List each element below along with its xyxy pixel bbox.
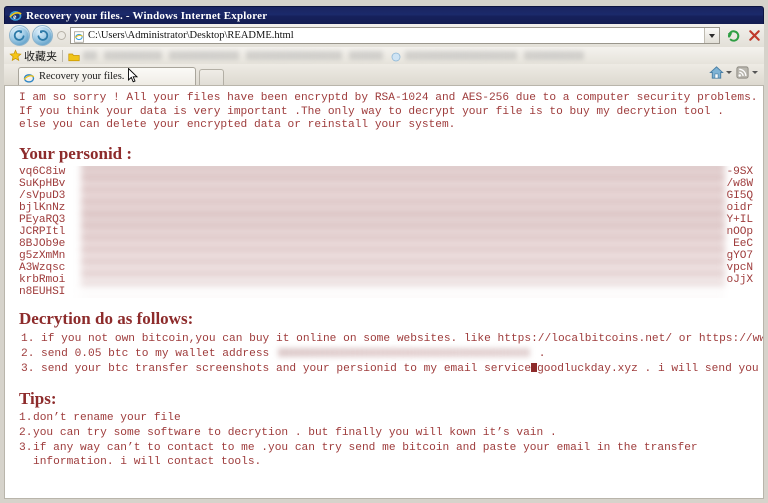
page-icon (73, 30, 85, 43)
tab-bar: Recovery your files. (4, 64, 764, 85)
personid-line: A3Wzqsc vpcN (19, 262, 753, 274)
personid-line: g5zXmMn gYO7 (19, 250, 753, 262)
new-tab-button[interactable] (199, 69, 224, 85)
personid-line: krbRmoi oJjX (19, 274, 753, 286)
personid-suffix: GI5Q (726, 190, 753, 202)
back-button[interactable] (9, 25, 30, 46)
personid-suffix: -9SX (726, 166, 753, 178)
personid-line: 8BJOb9e EeC (19, 238, 753, 250)
tip-item: you can try some software to decrytion .… (19, 426, 557, 440)
rss-feed-icon[interactable] (735, 65, 750, 80)
forward-button[interactable] (32, 25, 53, 46)
personid-prefix: vq6C8iw (19, 166, 66, 178)
page-content-area: I am so sorry ! All your files have been… (4, 85, 764, 499)
personid-line: /sVpuD3 GI5Q (19, 190, 753, 202)
personid-suffix: /w8W (726, 178, 753, 190)
intro-paragraph: I am so sorry ! All your files have been… (19, 92, 758, 133)
personid-redaction-fade (75, 286, 735, 298)
bookmark-item[interactable] (83, 51, 97, 60)
chevron-down-icon (709, 33, 715, 38)
refresh-button[interactable] (724, 26, 743, 45)
personid-suffix: EeC (733, 238, 753, 250)
personid-prefix: PEyaRQ3 (19, 214, 66, 226)
personid-suffix: nOOp (726, 226, 753, 238)
personid-line: JCRPItl nOOp (19, 226, 753, 238)
personid-prefix: JCRPItl (19, 226, 66, 238)
bookmark-item[interactable] (169, 51, 239, 60)
personid-block: vq6C8iw -9SX SuKpHBv /w8W /sVpuD3 GI5Q b… (19, 166, 753, 298)
bookmark-item[interactable] (349, 51, 383, 60)
bookmark-item[interactable] (246, 51, 342, 60)
personid-suffix: gYO7 (726, 250, 753, 262)
internet-explorer-icon: e (9, 9, 22, 22)
address-dropdown-button[interactable] (704, 28, 719, 43)
personid-prefix: /sVpuD3 (19, 190, 66, 202)
tip-item: don’t rename your file (19, 411, 181, 425)
personid-prefix: n8EUHSI (19, 286, 66, 298)
personid-prefix: 8BJOb9e (19, 238, 66, 250)
personid-suffix: oidr (726, 202, 753, 214)
bookmark-item[interactable] (405, 51, 517, 60)
chevron-down-icon[interactable] (752, 71, 758, 74)
tab-title: Recovery your files. (39, 71, 125, 82)
step-item: if you not own bitcoin,you can buy it on… (21, 332, 763, 346)
personid-suffix: oJjX (726, 274, 753, 286)
intro-line-1: I am so sorry ! All your files have been… (19, 92, 758, 104)
personid-line: vq6C8iw -9SX (19, 166, 753, 178)
step-text-after: . (538, 347, 546, 360)
favorites-label[interactable]: 收藏夹 (24, 48, 57, 64)
step-text: send your btc transfer screenshots and y… (41, 362, 532, 375)
tips-heading: Tips: (19, 388, 57, 408)
window-title: Recovery your files. - Windows Internet … (26, 9, 268, 22)
personid-heading: Your personid : (19, 143, 133, 163)
star-icon[interactable] (9, 49, 22, 62)
tab-recovery-your-files[interactable]: Recovery your files. (18, 67, 196, 85)
decryption-steps-list: if you not own bitcoin,you can buy it on… (19, 332, 763, 376)
bookmark-folder-icon[interactable] (68, 50, 80, 62)
personid-prefix: SuKpHBv (19, 178, 66, 190)
personid-prefix: krbRmoi (19, 274, 66, 286)
address-input-value[interactable]: C:\Users\Administrator\Desktop\README.ht… (88, 30, 704, 41)
decryption-heading: Decrytion do as follows: (19, 309, 194, 328)
step-text: if you not own bitcoin,you can buy it on… (41, 332, 763, 345)
wallet-address-redacted (277, 348, 530, 358)
recent-pages-button[interactable] (57, 31, 66, 40)
tip-item: if any way can’t to contact to me .you c… (19, 441, 698, 468)
personid-line: PEyaRQ3 Y+IL (19, 214, 753, 226)
personid-prefix: A3Wzqsc (19, 262, 66, 274)
title-bar: e Recovery your files. - Windows Interne… (4, 6, 764, 25)
home-icon[interactable] (709, 65, 724, 80)
intro-line-2: If you think your data is very important… (19, 105, 724, 118)
address-bar[interactable]: C:\Users\Administrator\Desktop\README.ht… (70, 27, 720, 44)
bookmark-item[interactable] (104, 51, 162, 60)
personid-suffix: Y+IL (726, 214, 753, 226)
bookmark-globe-icon[interactable] (390, 50, 402, 62)
personid-prefix: g5zXmMn (19, 250, 66, 262)
tips-list: don’t rename your file you can try some … (19, 411, 753, 469)
favorites-divider (62, 49, 63, 62)
step-item: send 0.05 btc to my wallet address . (21, 347, 753, 361)
chevron-down-icon[interactable] (726, 71, 732, 74)
intro-line-3: else you can delete your encrypted data … (19, 119, 456, 131)
bookmark-item[interactable] (524, 51, 584, 60)
personid-prefix: bjlKnNz (19, 202, 66, 214)
browser-window: e Recovery your files. - Windows Interne… (0, 0, 768, 503)
personid-line: SuKpHBv /w8W (19, 178, 753, 190)
personid-line: bjlKnNz oidr (19, 202, 753, 214)
step-item: send your btc transfer screenshots and y… (21, 362, 763, 376)
step-text: send 0.05 btc to my wallet address (41, 347, 270, 360)
personid-suffix: vpcN (726, 262, 753, 274)
internet-explorer-icon (23, 71, 35, 83)
stop-button[interactable] (745, 26, 764, 45)
tab-bar-toolbar (706, 62, 764, 85)
navigation-bar: C:\Users\Administrator\Desktop\README.ht… (4, 24, 764, 47)
step-text-after: goodluckday.xyz . i will send you decryt… (537, 362, 763, 375)
favorites-bar: 收藏夹 (4, 47, 764, 64)
